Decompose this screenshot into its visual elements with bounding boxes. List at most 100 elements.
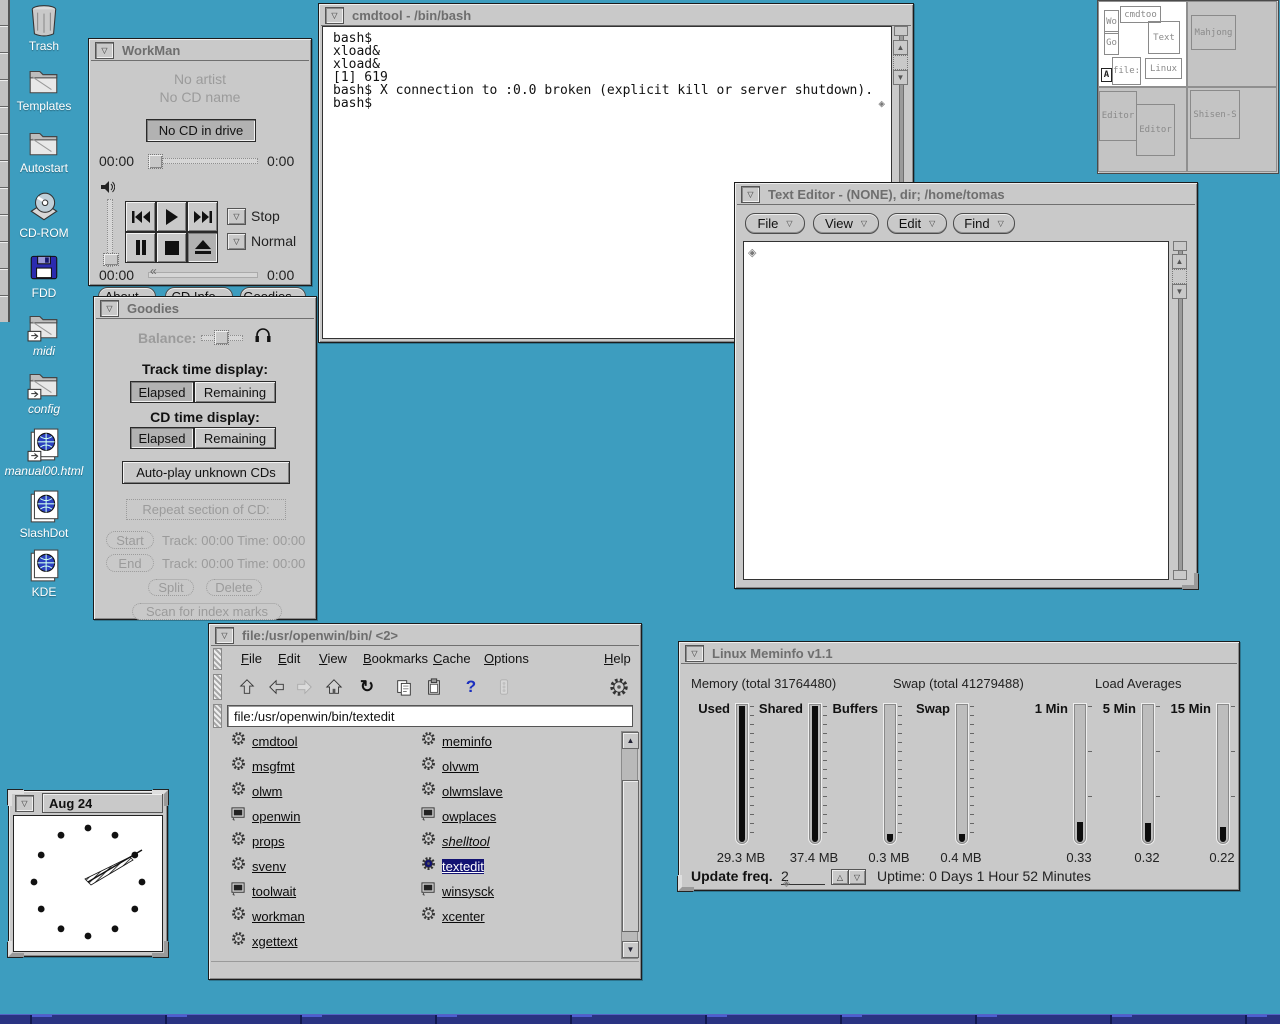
resize-corner[interactable]: [152, 941, 168, 957]
repeat-start-button[interactable]: Start: [106, 531, 154, 549]
file-item-xgettext[interactable]: xgettext: [231, 932, 298, 950]
pager-desk-2[interactable]: Mahjong: [1187, 1, 1277, 87]
menu-edit[interactable]: Edit: [278, 651, 300, 666]
volume-slider-thumb[interactable]: [103, 253, 119, 266]
desktop-icon-config[interactable]: config: [0, 366, 88, 416]
taskbar-segment[interactable]: [975, 1015, 977, 1024]
desktop-icon-fdd[interactable]: FDD: [0, 250, 88, 300]
scroll-thumb[interactable]: [622, 780, 639, 932]
pager-desk-1[interactable]: WocmdtooTextGofile:LinuxA: [1098, 1, 1187, 87]
split-button[interactable]: Split: [148, 579, 194, 596]
resize-corner[interactable]: [152, 790, 168, 806]
scroll-down-icon[interactable]: ▼: [622, 941, 639, 958]
menu-cache[interactable]: Cache: [433, 651, 471, 666]
track-position-slider[interactable]: [148, 158, 258, 164]
file-item-cmdtool[interactable]: cmdtool: [231, 732, 298, 750]
file-item-meminfo[interactable]: meminfo: [421, 732, 492, 750]
pager-window-shisens[interactable]: Shisen-S: [1190, 90, 1240, 139]
taskbar-segment[interactable]: [570, 1015, 572, 1024]
gear-icon[interactable]: [607, 675, 631, 699]
window-close-icon[interactable]: ▽: [215, 627, 234, 644]
autoplay-button[interactable]: Auto-play unknown CDs: [122, 461, 290, 484]
file-item-olwmslave[interactable]: olwmslave: [421, 782, 503, 800]
editor-scrollbar[interactable]: ▲ ▼: [1171, 241, 1189, 580]
cd-remaining-toggle[interactable]: Remaining: [194, 427, 276, 449]
menu-view[interactable]: View: [319, 651, 347, 666]
file-item-owplaces[interactable]: owplaces: [421, 807, 496, 825]
track-remaining-toggle[interactable]: Remaining: [194, 381, 276, 403]
menu-help[interactable]: Help: [604, 651, 631, 666]
pager-window-text[interactable]: Text: [1148, 21, 1180, 54]
taskbar-segment[interactable]: [435, 1015, 437, 1024]
desktop-icon-autostart[interactable]: Autostart: [0, 125, 88, 175]
spin-down-icon[interactable]: ▽: [848, 869, 866, 885]
taskbar-segment[interactable]: [165, 1015, 167, 1024]
resize-corner[interactable]: [8, 941, 24, 957]
delete-button[interactable]: Delete: [206, 579, 262, 596]
file-item-textedit[interactable]: textedit: [421, 857, 484, 875]
desktop-icon-templates[interactable]: Templates: [0, 63, 88, 113]
file-item-msgfmt[interactable]: msgfmt: [231, 757, 295, 775]
taskbar-segment[interactable]: [840, 1015, 842, 1024]
desktop-icon-cd-rom[interactable]: CD-ROM: [0, 190, 88, 240]
view-menu-button[interactable]: View▽: [813, 213, 879, 234]
back-icon[interactable]: [265, 675, 289, 699]
scroll-down-icon[interactable]: ▼: [893, 70, 908, 85]
toolbar-drag-handle[interactable]: [213, 704, 222, 728]
file-item-openwin[interactable]: openwin: [231, 807, 300, 825]
taskbar-segment[interactable]: [30, 1015, 32, 1024]
pager-desk-3[interactable]: EditorEditor: [1098, 87, 1187, 172]
help-icon[interactable]: ?: [459, 675, 483, 699]
file-item-olwm[interactable]: olwm: [231, 782, 282, 800]
taskbar-segment[interactable]: [1245, 1015, 1247, 1024]
window-close-icon[interactable]: ▽: [95, 42, 114, 59]
scan-index-button[interactable]: Scan for index marks: [132, 603, 282, 620]
taskbar-segment[interactable]: [1110, 1015, 1112, 1024]
home-icon[interactable]: [322, 675, 346, 699]
menu-options[interactable]: Options: [484, 651, 529, 666]
spin-up-icon[interactable]: △: [831, 869, 849, 885]
listing-scrollbar[interactable]: ▲ ▼: [621, 731, 638, 959]
stop-icon[interactable]: [492, 675, 516, 699]
scroll-up-icon[interactable]: ▲: [1172, 254, 1187, 269]
desktop-icon-slashdot[interactable]: SlashDot: [0, 490, 88, 540]
file-item-winsysck[interactable]: winsysck: [421, 882, 494, 900]
playmode-menu-button[interactable]: ▽: [227, 208, 246, 225]
pause-button[interactable]: [125, 232, 156, 263]
window-close-icon[interactable]: ▽: [741, 186, 760, 203]
file-item-svenv[interactable]: svenv: [231, 857, 286, 875]
window-close-icon[interactable]: ▽: [100, 300, 119, 317]
pager-window-a[interactable]: A: [1101, 68, 1112, 82]
track-elapsed-toggle[interactable]: Elapsed: [130, 381, 194, 403]
pager-window-file[interactable]: file:: [1112, 57, 1141, 85]
pager-window-go[interactable]: Go: [1104, 31, 1119, 55]
editor-text-area[interactable]: ◈: [743, 241, 1169, 580]
pager-window-linux[interactable]: Linux: [1145, 58, 1182, 79]
pager-window-mahjong[interactable]: Mahjong: [1191, 15, 1236, 50]
file-menu-button[interactable]: File▽: [745, 213, 805, 234]
url-input[interactable]: file:/usr/openwin/bin/textedit: [227, 705, 633, 727]
taskbar-segment[interactable]: [705, 1015, 707, 1024]
prev-track-button[interactable]: [125, 201, 156, 232]
window-close-icon[interactable]: ▽: [685, 645, 704, 662]
drive-status-button[interactable]: No CD in drive: [146, 119, 256, 142]
texteditor-titlebar[interactable]: ▽ Text Editor - (NONE), dir; /home/tomas: [737, 185, 1195, 205]
cmdtool-titlebar[interactable]: ▽ cmdtool - /bin/bash: [321, 6, 911, 26]
taskbar-segment[interactable]: [300, 1015, 302, 1024]
pager-window-editor[interactable]: Editor: [1136, 104, 1175, 156]
toolbar-drag-handle[interactable]: [213, 648, 222, 670]
up-icon[interactable]: [235, 675, 259, 699]
filemanager-titlebar[interactable]: ▽ file:/usr/openwin/bin/ <2>: [211, 626, 639, 646]
resize-corner[interactable]: [678, 875, 694, 891]
scroll-drag-box[interactable]: [893, 55, 908, 70]
cd-position-slider[interactable]: [148, 272, 258, 278]
file-item-olvwm[interactable]: olvwm: [421, 757, 479, 775]
repeat-section-button[interactable]: Repeat section of CD:: [126, 499, 286, 520]
forward-icon[interactable]: [292, 675, 316, 699]
play-button[interactable]: [156, 201, 187, 232]
goodies-titlebar[interactable]: ▽ Goodies: [96, 299, 314, 319]
cd-elapsed-toggle[interactable]: Elapsed: [130, 427, 194, 449]
stop-button[interactable]: [156, 232, 187, 263]
file-item-xcenter[interactable]: xcenter: [421, 907, 485, 925]
workman-titlebar[interactable]: ▽ WorkMan: [91, 41, 309, 61]
